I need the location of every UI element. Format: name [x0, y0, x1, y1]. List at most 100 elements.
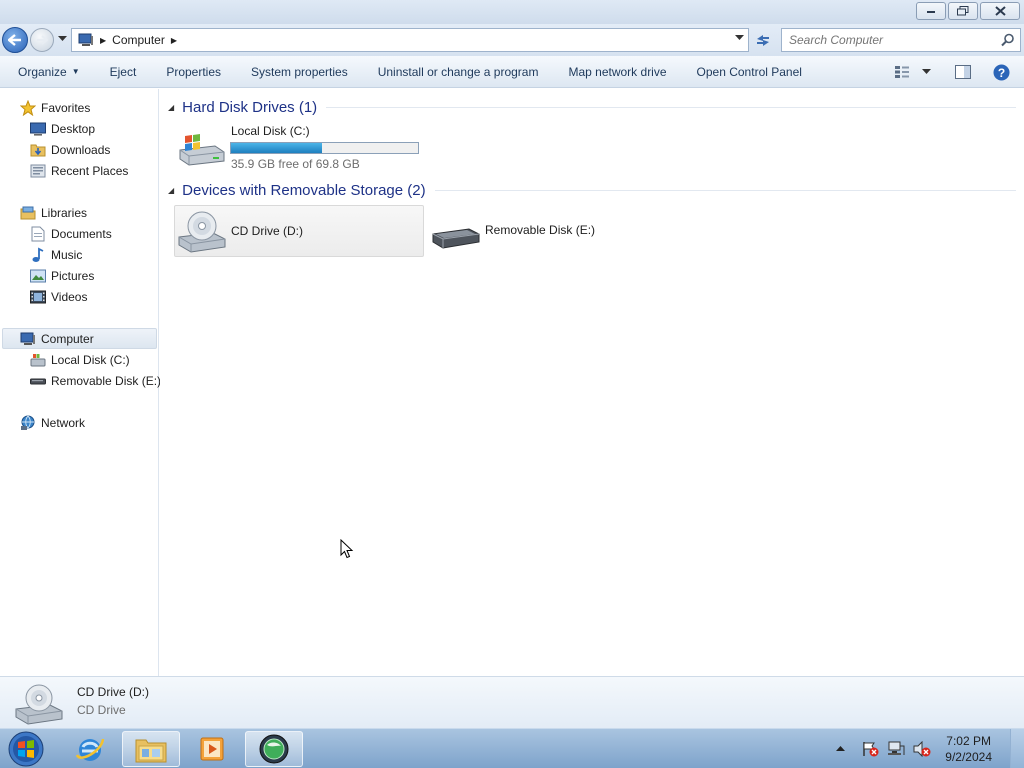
search-icon[interactable]: [1001, 33, 1015, 47]
nav-pictures[interactable]: Pictures: [30, 265, 94, 286]
tray-volume[interactable]: [913, 741, 931, 757]
nav-libraries[interactable]: Libraries: [20, 202, 87, 223]
drive-removable-disk-e[interactable]: Removable Disk (E:): [430, 205, 630, 257]
group-divider: [434, 189, 1016, 191]
hard-drive-icon: [30, 353, 46, 366]
nav-computer[interactable]: Computer: [20, 328, 94, 349]
documents-icon: [31, 226, 45, 241]
clock-date: 9/2/2024: [945, 750, 992, 764]
show-desktop-button[interactable]: [1010, 729, 1024, 768]
nav-music[interactable]: Music: [30, 244, 82, 265]
recent-pages-dropdown-icon[interactable]: [58, 36, 67, 42]
nav-recent-places[interactable]: Recent Places: [30, 160, 128, 181]
properties-button[interactable]: Properties: [151, 56, 236, 88]
nav-label: Libraries: [41, 205, 88, 220]
details-pane: CD Drive (D:) CD Drive: [0, 676, 1024, 728]
eject-button[interactable]: Eject: [95, 56, 152, 88]
computer-icon: [78, 33, 93, 46]
svg-text:?: ?: [998, 66, 1005, 80]
navigation-pane: Favorites Desktop Downloads Recent Place…: [0, 89, 161, 676]
help-icon: ?: [993, 64, 1010, 80]
drive-name: Local Disk (C:): [231, 124, 310, 138]
drive-name: CD Drive (D:): [231, 224, 303, 238]
nav-favorites[interactable]: Favorites: [20, 97, 90, 118]
media-player-icon: [200, 737, 224, 761]
nav-documents[interactable]: Documents: [30, 223, 112, 244]
pictures-icon: [30, 269, 46, 282]
taskbar-app-globe[interactable]: [245, 731, 303, 767]
close-icon: [994, 6, 1006, 16]
breadcrumb-arrow-icon[interactable]: ▶: [171, 36, 177, 45]
restore-icon: [957, 6, 969, 16]
chevron-down-icon: ▼: [71, 67, 80, 76]
taskbar-clock[interactable]: 7:02 PM 9/2/2024: [945, 733, 992, 765]
open-control-panel-button[interactable]: Open Control Panel: [682, 56, 817, 88]
collapse-triangle-icon[interactable]: ◢: [168, 103, 174, 112]
breadcrumb-arrow-icon[interactable]: ▶: [100, 36, 106, 45]
search-input[interactable]: [782, 29, 992, 51]
network-status-icon: [888, 741, 905, 755]
system-properties-button[interactable]: System properties: [236, 56, 363, 88]
collapse-triangle-icon[interactable]: ◢: [168, 186, 174, 195]
clock-time: 7:02 PM: [946, 734, 991, 748]
organize-menu-button[interactable]: Organize ▼: [0, 56, 95, 88]
show-hidden-icons-button[interactable]: [836, 746, 846, 752]
forward-button[interactable]: [30, 28, 54, 52]
address-history-dropdown-icon[interactable]: [735, 35, 744, 41]
volume-muted-icon: [913, 741, 931, 757]
taskbar-windows-explorer[interactable]: [122, 731, 180, 767]
action-center-flag-icon: [863, 742, 879, 757]
nav-removable-disk[interactable]: Removable Disk (E:): [30, 370, 161, 391]
nav-label: Downloads: [51, 142, 111, 157]
recent-places-icon: [30, 164, 46, 177]
refresh-button[interactable]: [751, 28, 775, 52]
back-button[interactable]: [2, 27, 28, 53]
restore-button[interactable]: [948, 2, 978, 20]
command-bar: Organize ▼ Eject Properties System proper…: [0, 56, 1024, 88]
hard-drive-icon: [179, 134, 225, 166]
nav-desktop[interactable]: Desktop: [30, 118, 95, 139]
details-item-type: CD Drive: [77, 703, 126, 717]
close-button[interactable]: [980, 2, 1020, 20]
drive-cd-drive-d[interactable]: CD Drive (D:): [174, 205, 424, 257]
nav-local-disk[interactable]: Local Disk (C:): [30, 349, 130, 370]
drive-name: Removable Disk (E:): [485, 223, 596, 237]
change-view-button[interactable]: [894, 65, 931, 79]
start-button[interactable]: [6, 731, 46, 767]
tray-network[interactable]: [887, 741, 905, 757]
search-box: [781, 28, 1021, 52]
address-row: ▶ Computer ▶: [0, 24, 1024, 56]
minimize-button[interactable]: [916, 2, 946, 20]
nav-label: Desktop: [51, 121, 96, 136]
chevron-up-icon: [836, 746, 846, 751]
uninstall-program-button[interactable]: Uninstall or change a program: [363, 56, 554, 88]
nav-network[interactable]: Network: [20, 412, 85, 433]
group-header-removable-storage[interactable]: ◢ Devices with Removable Storage (2): [168, 180, 1016, 200]
title-bar: [0, 0, 1024, 24]
group-title: Devices with Removable Storage (2): [182, 181, 426, 199]
taskbar-media-player[interactable]: [183, 731, 241, 767]
tray-action-center[interactable]: [861, 741, 879, 757]
nav-downloads[interactable]: Downloads: [30, 139, 110, 160]
start-orb-icon: [8, 731, 44, 767]
nav-label: Favorites: [41, 100, 91, 115]
view-options-icon: [895, 66, 909, 78]
drive-local-disk-c[interactable]: Local Disk (C:) 35.9 GB free of 69.8 GB: [174, 121, 424, 171]
preview-pane-button[interactable]: [955, 65, 971, 79]
music-note-icon: [32, 247, 44, 262]
breadcrumb-computer[interactable]: Computer: [112, 33, 165, 47]
map-network-drive-button[interactable]: Map network drive: [553, 56, 681, 88]
help-button[interactable]: ?: [993, 64, 1010, 81]
nav-label: Pictures: [51, 268, 95, 283]
nav-label: Removable Disk (E:): [51, 373, 162, 388]
taskbar-internet-explorer[interactable]: [61, 731, 119, 767]
mouse-pointer-icon: [340, 539, 354, 559]
cd-drive-icon: [178, 211, 226, 253]
address-bar[interactable]: ▶ Computer ▶: [71, 28, 749, 52]
chevron-down-icon: [922, 69, 931, 74]
cd-drive-icon: [15, 684, 63, 725]
minimize-icon: [927, 11, 935, 13]
group-header-hard-disk-drives[interactable]: ◢ Hard Disk Drives (1): [168, 97, 1016, 117]
system-tray: 7:02 PM 9/2/2024: [832, 729, 1024, 768]
nav-videos[interactable]: Videos: [30, 286, 87, 307]
